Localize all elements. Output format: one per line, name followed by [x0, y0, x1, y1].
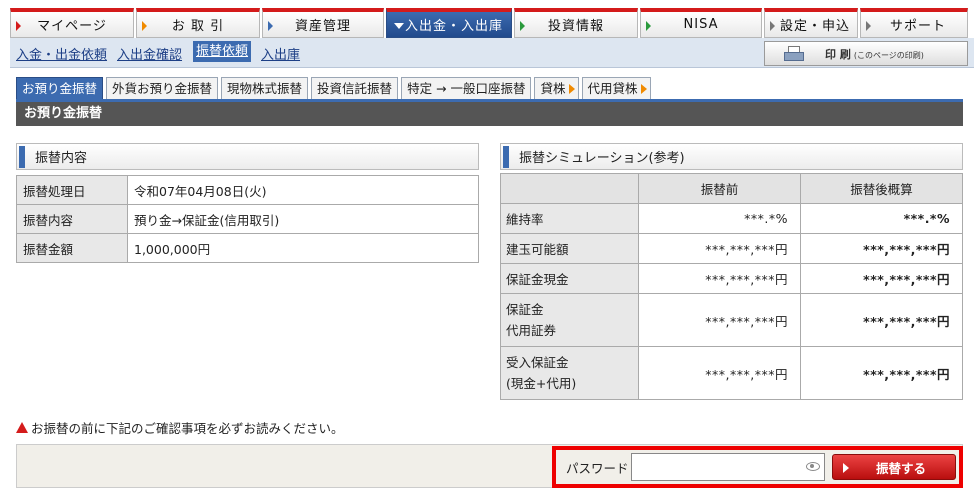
tab-cash-transfer[interactable]: お預り金振替	[16, 77, 104, 99]
nav-tab-deposit-withdrawal[interactable]: 入出金・入出庫	[386, 8, 512, 38]
row-label: 振替処理日	[16, 175, 128, 205]
nav-tab-label: お 取 引	[171, 19, 225, 34]
password-input[interactable]	[631, 453, 825, 481]
tab-stock-lending[interactable]: 貸株	[534, 77, 579, 99]
triangle-down-icon	[394, 23, 404, 29]
table-row: 建玉可能額 ***,***,***円 ***,***,***円	[500, 233, 963, 264]
nav-tab-nisa[interactable]: NISA	[640, 8, 762, 38]
row-value: 令和07年04月08日(火)	[127, 175, 479, 205]
section-marker	[19, 145, 25, 168]
transfer-type-tabs: お預り金振替 外貨お預り金振替 現物株式振替 投資信託振替 特定 → 一般口座振…	[16, 77, 654, 99]
tab-fx-cash-transfer[interactable]: 外貨お預り金振替	[106, 77, 219, 99]
row-value: 1,000,000円	[127, 233, 479, 263]
value-before: ***,***,***円	[638, 233, 801, 264]
row-label: 保証金 代用証券	[500, 293, 639, 347]
nav-tab-settings[interactable]: 設定・申込	[764, 8, 858, 38]
page-title: お預り金振替	[16, 102, 963, 126]
triangle-right-icon	[142, 21, 147, 31]
confirmation-warning: お振替の前に下記のご確認事項を必ずお読みください。	[16, 418, 344, 437]
triangle-right-icon	[520, 21, 525, 31]
row-label: 建玉可能額	[500, 233, 639, 264]
table-row: 保証金現金 ***,***,***円 ***,***,***円	[500, 263, 963, 294]
transfer-details-table: 振替処理日 令和07年04月08日(火) 振替内容 預り金→保証金(信用取引) 振替…	[16, 175, 479, 263]
triangle-right-icon	[646, 21, 651, 31]
table-row: 保証金 代用証券 ***,***,***円 ***,***,***円	[500, 293, 963, 347]
nav-tab-label: サポート	[889, 19, 946, 34]
simulation-header: 振替シミュレーション(参考)	[500, 143, 963, 170]
simulation-table: 振替前 振替後概算 維持率 ***.*% ***.*% 建玉可能額 ***,**…	[500, 173, 963, 400]
triangle-right-icon	[16, 21, 21, 31]
print-label: 印 刷 (このページの印刷)	[825, 47, 924, 61]
nav-tab-trade[interactable]: お 取 引	[136, 8, 260, 38]
header-blank	[500, 173, 639, 204]
nav-tab-label: 設定・申込	[779, 19, 850, 34]
submit-label: 振替する	[875, 460, 926, 476]
transfer-details-header: 振替内容	[16, 143, 479, 170]
arrow-right-icon	[568, 83, 575, 94]
table-header-row: 振替前 振替後概算	[500, 173, 963, 204]
tab-specific-to-general-transfer[interactable]: 特定 → 一般口座振替	[401, 77, 532, 99]
row-label: 振替内容	[16, 204, 128, 234]
nav-tab-label: 資産管理	[294, 19, 351, 34]
table-row: 振替処理日 令和07年04月08日(火)	[16, 175, 479, 205]
subnav-link-deposit-request[interactable]: 入金・出金依頼	[16, 44, 107, 63]
value-after: ***,***,***円	[800, 233, 963, 264]
value-after: ***,***,***円	[800, 263, 963, 294]
row-value: 預り金→保証金(信用取引)	[127, 204, 479, 234]
section-marker	[503, 145, 509, 168]
row-label: 維持率	[500, 203, 639, 234]
nav-tab-investment-info[interactable]: 投資情報	[514, 8, 638, 38]
value-before: ***,***,***円	[638, 293, 801, 347]
nav-tab-label: 投資情報	[547, 19, 604, 34]
transfer-submit-button[interactable]: 振替する	[832, 454, 956, 480]
triangle-right-icon	[866, 21, 871, 31]
tab-stock-transfer[interactable]: 現物株式振替	[221, 77, 309, 99]
tab-collateral-lending[interactable]: 代用貸株	[581, 77, 651, 99]
header-after: 振替後概算	[800, 173, 963, 204]
header-before: 振替前	[638, 173, 801, 204]
value-before: ***,***,***円	[638, 263, 801, 294]
value-before: ***.*%	[638, 203, 801, 234]
value-before: ***,***,***円	[638, 346, 801, 400]
subnav-link-transfer-request[interactable]: 振替依頼	[193, 41, 252, 62]
tab-fund-transfer[interactable]: 投資信託振替	[311, 77, 399, 99]
print-button[interactable]: 印 刷 (このページの印刷)	[764, 41, 968, 66]
table-row: 維持率 ***.*% ***.*%	[500, 203, 963, 234]
row-label: 保証金現金	[500, 263, 639, 294]
warning-text: お振替の前に下記のご確認事項を必ずお読みください。	[31, 421, 344, 436]
nav-tab-label: NISA	[683, 17, 719, 32]
value-after: ***,***,***円	[800, 293, 963, 347]
eye-icon[interactable]	[806, 462, 820, 471]
row-label: 振替金額	[16, 233, 128, 263]
nav-tab-mypage[interactable]: マイページ	[10, 8, 134, 38]
table-row: 振替内容 預り金→保証金(信用取引)	[16, 204, 479, 234]
row-label: 受入保証金 (現金+代用)	[500, 346, 639, 400]
value-after: ***,***,***円	[800, 346, 963, 400]
nav-tab-label: 入出金・入出庫	[404, 19, 503, 34]
subnav-link-securities-transfer[interactable]: 入出庫	[261, 44, 300, 63]
triangle-right-icon	[268, 21, 273, 31]
nav-tab-assets[interactable]: 資産管理	[262, 8, 384, 38]
subnav-link-deposit-confirm[interactable]: 入出金確認	[117, 44, 182, 63]
password-label: パスワード	[566, 461, 629, 476]
printer-icon	[783, 45, 805, 63]
section-title: 振替シミュレーション(参考)	[519, 151, 685, 166]
warning-icon	[16, 422, 28, 433]
section-title: 振替内容	[35, 151, 88, 166]
table-row: 受入保証金 (現金+代用) ***,***,***円 ***,***,***円	[500, 346, 963, 400]
value-after: ***.*%	[800, 203, 963, 234]
nav-tab-support[interactable]: サポート	[860, 8, 968, 38]
nav-tab-label: マイページ	[37, 19, 107, 34]
sub-nav: 入金・出金依頼 入出金確認 振替依頼 入出庫 印 刷 (このページの印刷)	[10, 38, 974, 68]
global-nav: マイページ お 取 引 資産管理 入出金・入出庫 投資情報 NISA 設定・申込…	[10, 8, 974, 38]
triangle-right-icon	[843, 463, 849, 473]
table-row: 振替金額 1,000,000円	[16, 233, 479, 263]
triangle-right-icon	[770, 21, 775, 31]
arrow-right-icon	[640, 83, 647, 94]
